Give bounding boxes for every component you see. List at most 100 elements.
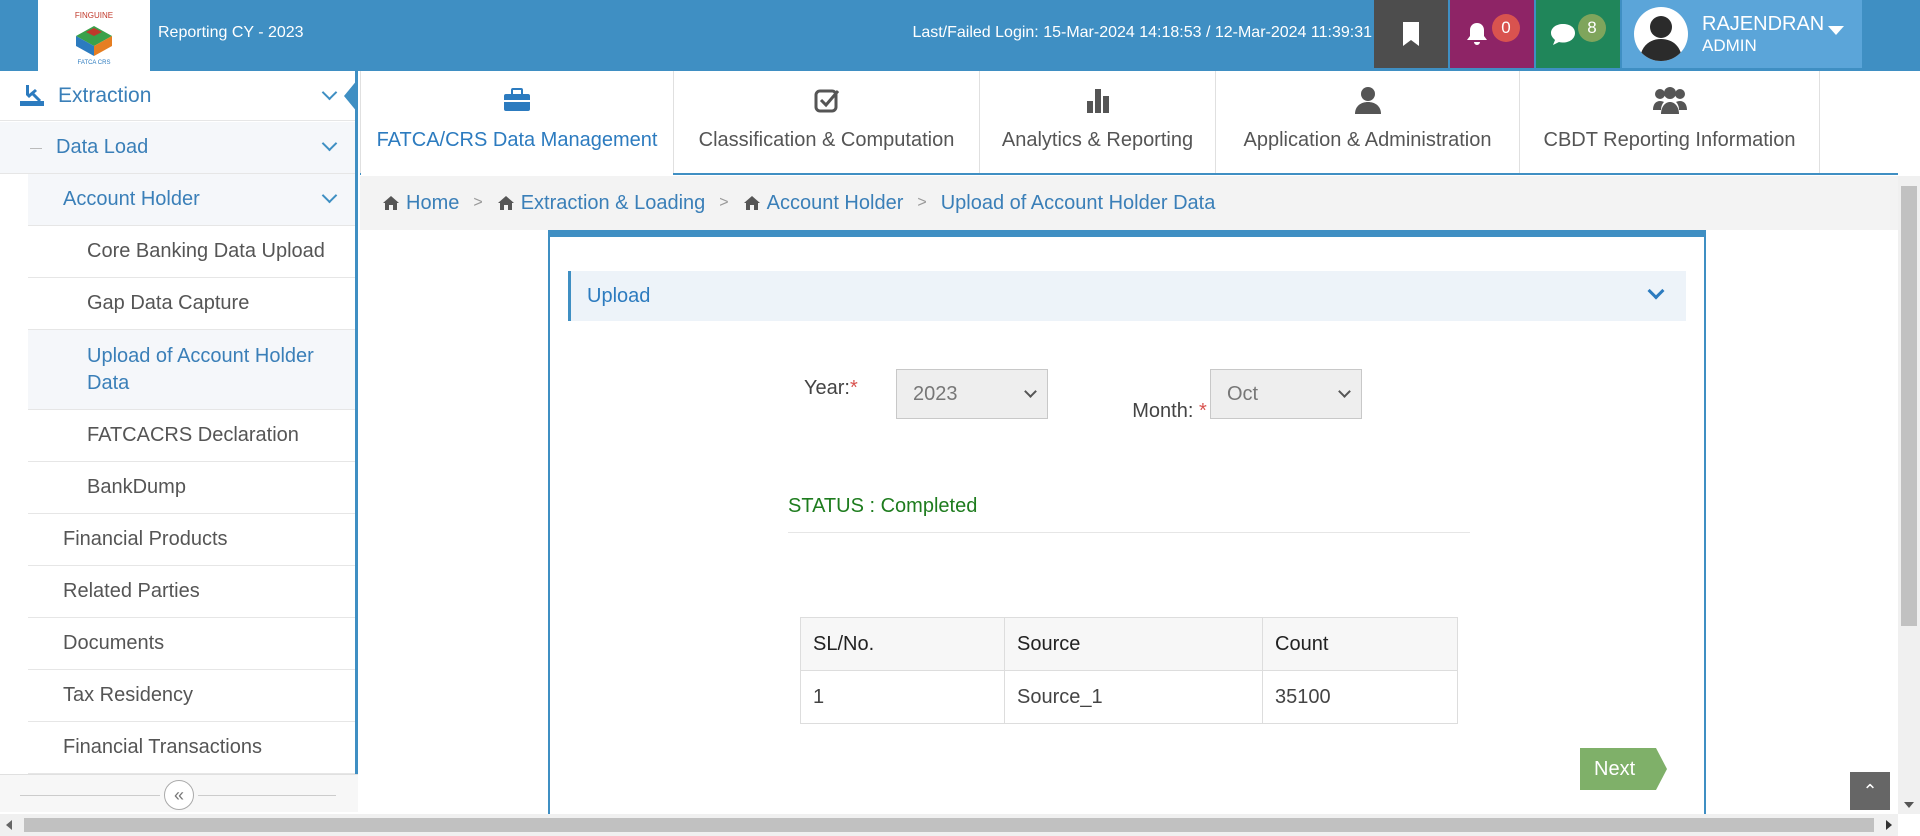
user-icon: [1354, 87, 1381, 114]
tab-classification-computation[interactable]: Classification & Computation: [674, 71, 980, 173]
check-square-icon: [814, 89, 839, 113]
scroll-right-arrow-icon[interactable]: [1886, 820, 1892, 830]
sidebar-item-upload-account-holder[interactable]: Upload of Account Holder Data: [28, 330, 355, 410]
year-value: 2023: [913, 382, 958, 405]
upload-panel: Upload Year:* 2023 Month: * Oct STATUS :…: [548, 230, 1706, 830]
user-avatar-icon: [1640, 16, 1682, 61]
sidebar-item-label: Account Holder: [63, 188, 200, 210]
year-select[interactable]: 2023: [896, 369, 1048, 419]
chevron-right-icon: >: [719, 194, 729, 211]
breadcrumb: Home > Extraction & Loading > Account Ho…: [360, 176, 1898, 230]
section-title: Upload: [587, 284, 651, 307]
column-header-sl-no: SL/No.: [800, 617, 1005, 671]
breadcrumb-home[interactable]: Home: [382, 192, 459, 215]
month-select[interactable]: Oct: [1210, 369, 1362, 419]
sidebar-item-label: Extraction: [58, 83, 152, 107]
tab-label: FATCA/CRS Data Management: [376, 129, 658, 151]
bookmark-icon: [1403, 22, 1419, 46]
sidebar: Extraction Data Load Account Holder Core…: [0, 71, 358, 811]
sidebar-item-related-parties[interactable]: Related Parties: [28, 566, 355, 618]
table-header-row: SL/No. Source Count: [800, 617, 1458, 671]
notifications-badge: 0: [1492, 14, 1520, 42]
tab-fatca-crs-data-management[interactable]: FATCA/CRS Data Management: [360, 71, 674, 175]
chevron-down-icon: [1647, 282, 1665, 300]
breadcrumb-account-holder[interactable]: Account Holder: [743, 191, 904, 215]
status-text: STATUS : Completed: [788, 495, 1470, 533]
upload-accordion-header[interactable]: Upload: [568, 271, 1686, 321]
sidebar-item-documents[interactable]: Documents: [28, 618, 355, 670]
sidebar-item-label: Financial Transactions: [63, 736, 262, 758]
breadcrumb-extraction-loading[interactable]: Extraction & Loading: [497, 191, 706, 215]
tab-label: Analytics & Reporting: [1001, 129, 1194, 151]
sidebar-item-financial-transactions[interactable]: Financial Transactions: [28, 722, 355, 774]
sidebar-item-financial-products[interactable]: Financial Products: [28, 514, 355, 566]
chevron-right-icon: >: [473, 194, 483, 211]
sidebar-item-label: BankDump: [87, 476, 186, 498]
sidebar-item-core-banking[interactable]: Core Banking Data Upload: [28, 226, 355, 278]
caret-down-icon: [1828, 26, 1844, 35]
sidebar-item-label: Data Load: [56, 136, 149, 158]
breadcrumb-label: Extraction & Loading: [520, 191, 706, 214]
bar-chart-icon: [1086, 89, 1109, 113]
horizontal-scrollbar[interactable]: [0, 814, 1898, 836]
sidebar-item-label: Documents: [63, 632, 165, 654]
sidebar-item-tax-residency[interactable]: Tax Residency: [28, 670, 355, 722]
sidebar-item-data-load[interactable]: Data Load: [0, 122, 355, 174]
breadcrumb-label: Home: [406, 191, 460, 214]
tab-application-administration[interactable]: Application & Administration: [1216, 71, 1520, 173]
sidebar-item-gap-data[interactable]: Gap Data Capture: [28, 278, 355, 330]
active-pointer: [344, 79, 355, 113]
breadcrumb-label: Upload of Account Holder Data: [940, 191, 1216, 214]
finguine-logo-icon: FINGUINE FATCA CRS: [75, 11, 113, 66]
month-value: Oct: [1227, 382, 1259, 405]
scroll-to-top-button[interactable]: ⌃: [1850, 772, 1890, 810]
user-menu[interactable]: RAJENDRAN ADMIN: [1622, 0, 1862, 68]
scroll-down-arrow-icon[interactable]: [1904, 802, 1914, 808]
scroll-left-arrow-icon[interactable]: [6, 820, 12, 830]
chat-icon: [1551, 24, 1575, 45]
notifications-button[interactable]: 0: [1450, 0, 1534, 68]
year-label: Year:*: [804, 377, 858, 399]
messages-badge: 8: [1578, 14, 1606, 42]
sidebar-item-label: Upload of Account Holder Data: [87, 344, 314, 394]
divider: [198, 795, 336, 796]
sidebar-item-bankdump[interactable]: BankDump: [28, 462, 355, 514]
horizontal-scroll-thumb[interactable]: [24, 818, 1874, 832]
vertical-scrollbar[interactable]: [1898, 176, 1920, 814]
messages-button[interactable]: 8: [1536, 0, 1620, 68]
chevron-right-icon: >: [917, 194, 927, 211]
sidebar-item-account-holder[interactable]: Account Holder: [28, 174, 355, 226]
briefcase-icon: [504, 88, 530, 111]
tab-cbdt-reporting-information[interactable]: CBDT Reporting Information: [1520, 71, 1820, 173]
sidebar-item-label: Tax Residency: [63, 684, 194, 706]
double-chevron-left-icon: «: [173, 784, 184, 805]
cell-sl-no: 1: [800, 670, 1005, 724]
chevron-down-icon: [1338, 385, 1351, 398]
vertical-scroll-thumb[interactable]: [1901, 186, 1917, 626]
tab-analytics-reporting[interactable]: Analytics & Reporting: [980, 71, 1216, 173]
home-icon: [497, 196, 514, 210]
sidebar-item-extraction[interactable]: Extraction: [0, 71, 355, 121]
sidebar-item-label: Core Banking Data Upload: [87, 240, 325, 262]
divider: [20, 795, 160, 796]
sidebar-collapse-button[interactable]: «: [164, 780, 194, 810]
bookmark-button[interactable]: [1374, 0, 1448, 68]
home-icon: [383, 196, 399, 210]
app-logo[interactable]: FINGUINE FATCA CRS: [38, 0, 150, 71]
chevron-down-icon: [321, 84, 338, 101]
next-button[interactable]: Next: [1580, 748, 1667, 790]
column-header-count: Count: [1262, 617, 1458, 671]
breadcrumb-current: Upload of Account Holder Data: [941, 192, 1216, 215]
sidebar-item-label: FATCACRS Declaration: [87, 424, 299, 446]
sidebar-item-fatcacrs-declaration[interactable]: FATCACRS Declaration: [28, 410, 355, 462]
extraction-icon: [20, 85, 44, 106]
breadcrumb-label: Account Holder: [766, 191, 904, 214]
cell-source: Source_1: [1004, 670, 1263, 724]
tab-label: CBDT Reporting Information: [1543, 129, 1796, 151]
chevron-down-icon: [1024, 385, 1037, 398]
top-header: FINGUINE FATCA CRS Reporting CY - 2023 L…: [0, 0, 1920, 71]
sidebar-item-label: Financial Products: [63, 528, 228, 550]
avatar: [1634, 7, 1688, 61]
tab-label: Classification & Computation: [698, 129, 955, 151]
reporting-year: Reporting CY - 2023: [158, 24, 304, 41]
